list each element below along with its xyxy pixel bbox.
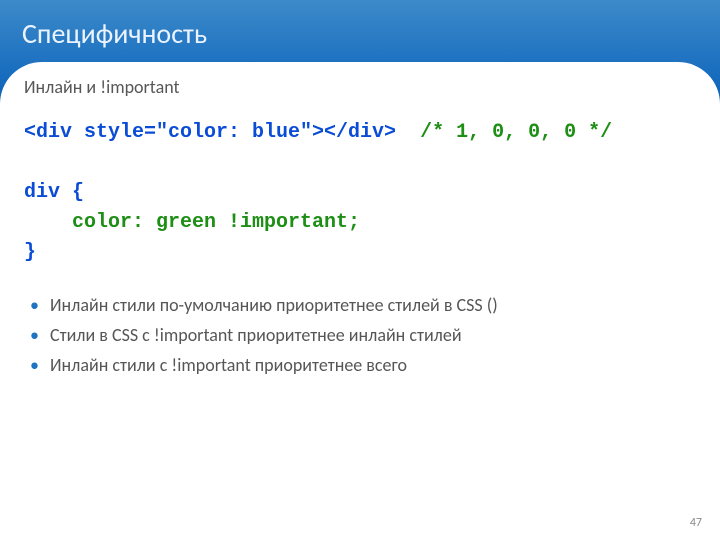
bullet-list: Инлайн стили по-умолчанию приоритетнее с…	[24, 290, 696, 380]
code-selector-close: }	[24, 241, 36, 264]
list-item: Инлайн стили с !important приоритетнее в…	[46, 350, 696, 380]
code-selector-open: div {	[24, 181, 84, 204]
list-item: Инлайн стили по-умолчанию приоритетнее с…	[46, 290, 696, 320]
list-item: Стили в CSS с !important приоритетнее ин…	[46, 320, 696, 350]
code-comment: /* 1, 0, 0, 0 */	[420, 121, 612, 144]
slide: Специфичность Инлайн и !important <div s…	[0, 0, 720, 540]
subtitle: Инлайн и !important	[24, 76, 696, 98]
code-block: <div style="color: blue"></div> /* 1, 0,…	[24, 118, 696, 268]
page-number: 47	[690, 516, 702, 530]
code-declaration: color: green !important;	[24, 211, 360, 234]
content-card: Инлайн и !important <div style="color: b…	[0, 62, 720, 540]
code-inline-div: <div style="color: blue"></div>	[24, 121, 396, 144]
slide-title: Специфичность	[22, 16, 207, 51]
